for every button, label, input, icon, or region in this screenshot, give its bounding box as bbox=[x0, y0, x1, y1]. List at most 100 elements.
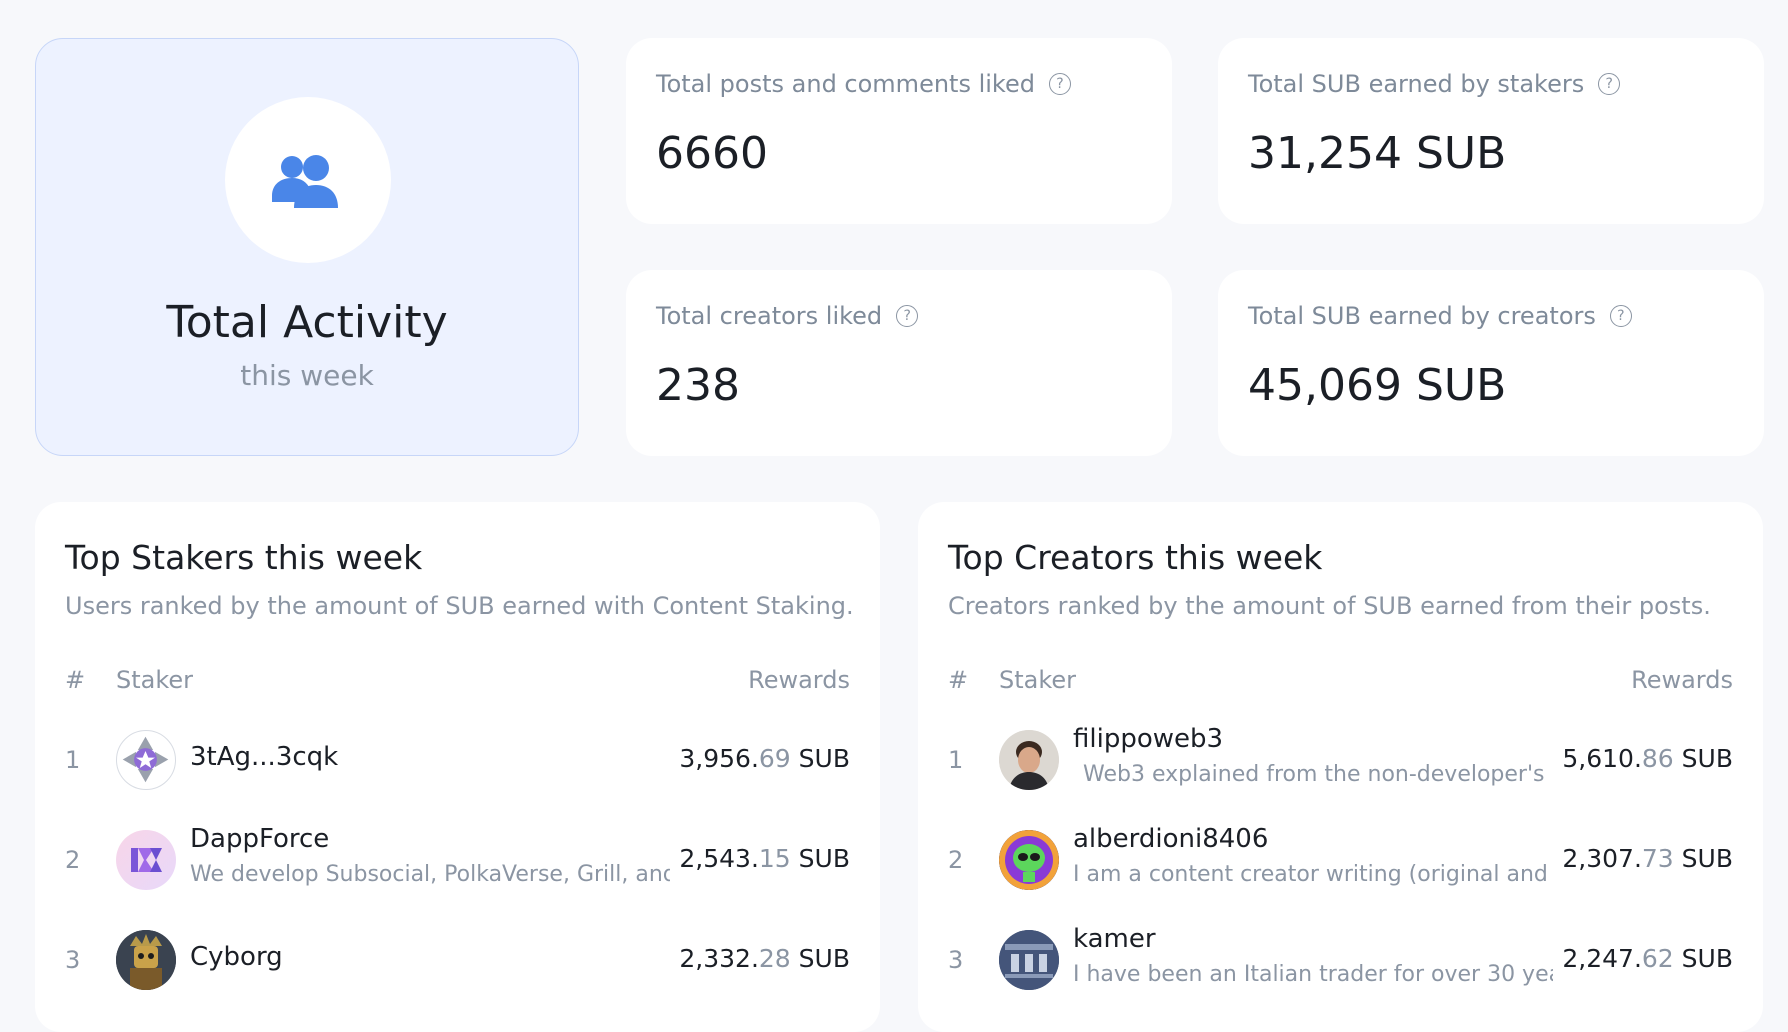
help-icon[interactable]: ? bbox=[896, 305, 919, 327]
table-header: # Staker Rewards bbox=[948, 662, 1733, 702]
stat-label: Total creators liked bbox=[656, 302, 883, 330]
stat-label-row: Total creators liked ? bbox=[656, 302, 1142, 330]
row-name[interactable]: filippoweb3 bbox=[1073, 724, 1223, 754]
row-name[interactable]: kamer bbox=[1073, 924, 1156, 954]
row-name[interactable]: DappForce bbox=[190, 824, 329, 854]
row-description-text: I have been an Italian trader for over 3… bbox=[1073, 962, 1553, 987]
row-reward: 5,610.86 SUB bbox=[1562, 744, 1733, 773]
row-description: We develop Subsocial, PolkaVerse, Grill,… bbox=[190, 862, 670, 887]
stat-label: Total posts and comments liked bbox=[656, 70, 1035, 98]
row-name[interactable]: alberdioni8406 bbox=[1073, 824, 1268, 854]
row-description: I am a content creator writing (original… bbox=[1073, 862, 1553, 887]
avatar-alberdioni-image bbox=[999, 830, 1059, 890]
row-description-text: Web3 explained from the non-developer's … bbox=[1083, 762, 1553, 787]
avatar[interactable] bbox=[999, 730, 1059, 790]
row-description-text: I am a content creator writing (original… bbox=[1073, 862, 1553, 887]
panel-title: Top Stakers this week bbox=[65, 538, 423, 577]
row-rank: 1 bbox=[65, 746, 81, 774]
top-creators-panel: Top Creators this week Creators ranked b… bbox=[918, 502, 1763, 1032]
row-reward: 2,307.73 SUB bbox=[1562, 844, 1733, 873]
panel-title: Top Creators this week bbox=[948, 538, 1323, 577]
help-icon[interactable]: ? bbox=[1609, 305, 1632, 327]
stat-value: 238 bbox=[656, 360, 740, 411]
row-reward: 2,247.62 SUB bbox=[1562, 944, 1733, 973]
row-description: I have been an Italian trader for over 3… bbox=[1073, 962, 1553, 987]
row-rank: 3 bbox=[65, 946, 81, 974]
reward-unit: SUB bbox=[798, 844, 850, 873]
stat-label: Total SUB earned by stakers bbox=[1248, 70, 1585, 98]
reward-integer: 2,543. bbox=[679, 844, 759, 873]
row-rank: 2 bbox=[948, 846, 964, 874]
row-reward: 3,956.69 SUB bbox=[679, 744, 850, 773]
stat-label-row: Total posts and comments liked ? bbox=[656, 70, 1142, 98]
reward-decimals: 73 bbox=[1641, 844, 1674, 873]
stat-label-row: Total SUB earned by creators ? bbox=[1248, 302, 1734, 330]
column-header-rewards: Rewards bbox=[1631, 666, 1733, 694]
avatar-identicon-image bbox=[122, 736, 169, 783]
panel-description: Users ranked by the amount of SUB earned… bbox=[65, 592, 854, 620]
reward-integer: 5,610. bbox=[1562, 744, 1642, 773]
stat-value: 31,254 SUB bbox=[1248, 128, 1507, 179]
avatar[interactable] bbox=[116, 830, 176, 890]
avatar-filippoweb3-photo bbox=[999, 730, 1059, 790]
avatar[interactable] bbox=[116, 930, 176, 990]
table-row[interactable]: 1 filippoweb3 Web3 explained from the no… bbox=[948, 720, 1733, 800]
avatar[interactable] bbox=[999, 830, 1059, 890]
row-name[interactable]: Cyborg bbox=[190, 942, 283, 972]
help-icon[interactable]: ? bbox=[1598, 73, 1621, 95]
panel-description: Creators ranked by the amount of SUB ear… bbox=[948, 592, 1711, 620]
hero-title: Total Activity bbox=[166, 297, 448, 348]
reward-decimals: 86 bbox=[1641, 744, 1674, 773]
stat-value: 45,069 SUB bbox=[1248, 360, 1507, 411]
column-header-staker: Staker bbox=[999, 666, 1077, 694]
stat-label-row: Total SUB earned by stakers ? bbox=[1248, 70, 1734, 98]
reward-integer: 2,332. bbox=[679, 944, 759, 973]
column-header-rank: # bbox=[65, 666, 86, 694]
row-rank: 1 bbox=[948, 746, 964, 774]
stat-value: 6660 bbox=[656, 128, 768, 179]
avatar[interactable] bbox=[116, 730, 176, 790]
reward-unit: SUB bbox=[1681, 744, 1733, 773]
table-row[interactable]: 2 alberdioni8406 I am a content creator … bbox=[948, 820, 1733, 900]
avatar[interactable] bbox=[999, 930, 1059, 990]
reward-integer: 2,247. bbox=[1562, 944, 1642, 973]
table-row[interactable]: 2 DappForce We develop Subsocial, PolkaV… bbox=[65, 820, 850, 900]
stat-card-posts-liked: Total posts and comments liked ? 6660 bbox=[626, 38, 1172, 224]
table-row[interactable]: 3 Cyborg 2,332.28 SUB bbox=[65, 920, 850, 1000]
reward-unit: SUB bbox=[798, 744, 850, 773]
row-rank: 2 bbox=[65, 846, 81, 874]
table-header: # Staker Rewards bbox=[65, 662, 850, 702]
stat-label: Total SUB earned by creators bbox=[1248, 302, 1596, 330]
reward-unit: SUB bbox=[1681, 844, 1733, 873]
reward-unit: SUB bbox=[798, 944, 850, 973]
table-row[interactable]: 1 3tAg...3cqk 3,956.69 SUB bbox=[65, 720, 850, 800]
help-icon[interactable]: ? bbox=[1048, 73, 1071, 95]
reward-integer: 2,307. bbox=[1562, 844, 1642, 873]
reward-decimals: 62 bbox=[1641, 944, 1674, 973]
column-header-rank: # bbox=[948, 666, 969, 694]
hero-subtitle: this week bbox=[240, 359, 374, 392]
row-name[interactable]: 3tAg...3cqk bbox=[190, 742, 338, 772]
column-header-rewards: Rewards bbox=[748, 666, 850, 694]
avatar-kamer-image bbox=[999, 930, 1059, 990]
row-reward: 2,332.28 SUB bbox=[679, 944, 850, 973]
row-description-text: We develop Subsocial, PolkaVerse, Grill,… bbox=[190, 862, 670, 887]
avatar-dappforce-logo bbox=[131, 848, 162, 872]
top-stakers-panel: Top Stakers this week Users ranked by th… bbox=[35, 502, 880, 1032]
reward-unit: SUB bbox=[1681, 944, 1733, 973]
reward-decimals: 28 bbox=[758, 944, 791, 973]
stat-card-sub-creators: Total SUB earned by creators ? 45,069 SU… bbox=[1218, 270, 1764, 456]
total-activity-card: Total Activity this week bbox=[35, 38, 579, 456]
stat-card-creators-liked: Total creators liked ? 238 bbox=[626, 270, 1172, 456]
reward-integer: 3,956. bbox=[679, 744, 759, 773]
table-row[interactable]: 3 kamer I have been an Italian trader fo… bbox=[948, 920, 1733, 1000]
column-header-staker: Staker bbox=[116, 666, 194, 694]
row-description: Web3 explained from the non-developer's … bbox=[1073, 762, 1553, 787]
dashboard: Total Activity this week Total posts and… bbox=[0, 0, 1788, 1032]
stat-card-sub-stakers: Total SUB earned by stakers ? 31,254 SUB bbox=[1218, 38, 1764, 224]
row-rank: 3 bbox=[948, 946, 964, 974]
hero-icon-circle bbox=[225, 97, 391, 263]
users-icon bbox=[272, 155, 338, 208]
reward-decimals: 69 bbox=[758, 744, 791, 773]
reward-decimals: 15 bbox=[758, 844, 791, 873]
